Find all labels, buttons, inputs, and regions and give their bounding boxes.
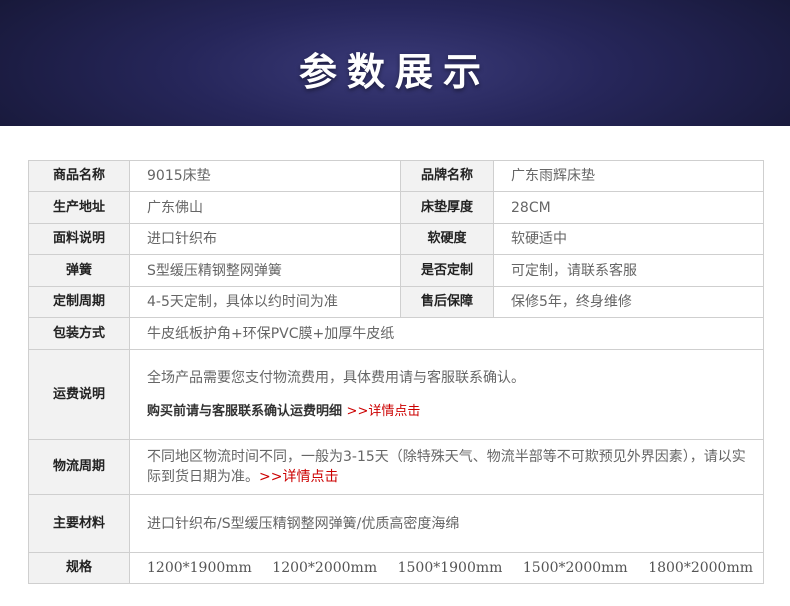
table-row: 包装方式 牛皮纸板护角+环保PVC膜+加厚牛皮纸 [28, 317, 764, 350]
package-label: 包装方式 [28, 317, 130, 350]
thickness-value: 28CM [493, 191, 764, 224]
parameter-table: 商品名称 9015床垫 品牌名称 广东雨辉床垫 生产地址 广东佛山 床垫厚度 2… [28, 160, 764, 584]
table-row: 商品名称 9015床垫 品牌名称 广东雨辉床垫 [28, 160, 764, 192]
custom-label: 是否定制 [400, 254, 494, 287]
table-row: 定制周期 4-5天定制，具体以约时间为准 售后保障 保修5年，终身维修 [28, 286, 764, 318]
logistics-text: 不同地区物流时间不同，一般为3-15天（除特殊天气、物流半部等不可欺预见外界因素… [147, 449, 746, 485]
hardness-value: 软硬适中 [493, 223, 764, 255]
logistics-detail-link[interactable]: >>详情点击 [259, 469, 338, 485]
spec-item: 1200*1900mm [147, 560, 252, 576]
logistics-label: 物流周期 [28, 439, 130, 495]
parameter-banner: 参数展示 [0, 0, 790, 126]
material-value: 进口针织布/S型缓压精钢整网弹簧/优质高密度海绵 [129, 494, 764, 553]
aftersale-value: 保修5年，终身维修 [493, 286, 764, 318]
spec-item: 1800*2000mm [648, 560, 753, 576]
product-name-value: 9015床垫 [129, 160, 401, 192]
custom-cycle-value: 4-5天定制，具体以约时间为准 [129, 286, 401, 318]
spec-label: 规格 [28, 552, 130, 584]
table-row: 弹簧 S型缓压精钢整网弹簧 是否定制 可定制，请联系客服 [28, 254, 764, 287]
logistics-info: 不同地区物流时间不同，一般为3-15天（除特殊天气、物流半部等不可欺预见外界因素… [129, 439, 764, 495]
fabric-value: 进口针织布 [129, 223, 401, 255]
brand-value: 广东雨辉床垫 [493, 160, 764, 192]
origin-value: 广东佛山 [129, 191, 401, 224]
shipping-line2: 购买前请与客服联系确认运费明细 >>详情点击 [147, 402, 755, 422]
table-row: 运费说明 全场产品需要您支付物流费用，具体费用请与客服联系确认。 购买前请与客服… [28, 349, 764, 440]
table-row: 规格 1200*1900mm 1200*2000mm 1500*1900mm 1… [28, 552, 764, 584]
table-row: 主要材料 进口针织布/S型缓压精钢整网弹簧/优质高密度海绵 [28, 494, 764, 553]
spec-item: 1200*2000mm [272, 560, 378, 576]
hardness-label: 软硬度 [400, 223, 494, 255]
shipping-line1: 全场产品需要您支付物流费用，具体费用请与客服联系确认。 [147, 369, 525, 386]
custom-cycle-label: 定制周期 [28, 286, 130, 318]
material-label: 主要材料 [28, 494, 130, 553]
shipping-detail-link[interactable]: >>详情点击 [347, 404, 421, 419]
brand-label: 品牌名称 [400, 160, 494, 192]
custom-value: 可定制，请联系客服 [493, 254, 764, 287]
product-name-label: 商品名称 [28, 160, 130, 192]
shipping-label: 运费说明 [28, 349, 130, 440]
spec-item: 1500*1900mm [397, 560, 503, 576]
shipping-info: 全场产品需要您支付物流费用，具体费用请与客服联系确认。 购买前请与客服联系确认运… [129, 349, 764, 440]
banner-title: 参数展示 [298, 49, 491, 94]
spec-item: 1500*2000mm [522, 560, 628, 576]
table-row: 生产地址 广东佛山 床垫厚度 28CM [28, 191, 764, 224]
spring-label: 弹簧 [28, 254, 130, 287]
thickness-label: 床垫厚度 [400, 191, 494, 224]
shipping-contact-text: 购买前请与客服联系确认运费明细 [147, 403, 343, 419]
package-value: 牛皮纸板护角+环保PVC膜+加厚牛皮纸 [129, 317, 764, 350]
origin-label: 生产地址 [28, 191, 130, 224]
spring-value: S型缓压精钢整网弹簧 [129, 254, 401, 287]
spec-values: 1200*1900mm 1200*2000mm 1500*1900mm 1500… [129, 552, 764, 584]
fabric-label: 面料说明 [28, 223, 130, 255]
aftersale-label: 售后保障 [400, 286, 494, 318]
table-row: 面料说明 进口针织布 软硬度 软硬适中 [28, 223, 764, 255]
table-row: 物流周期 不同地区物流时间不同，一般为3-15天（除特殊天气、物流半部等不可欺预… [28, 439, 764, 495]
